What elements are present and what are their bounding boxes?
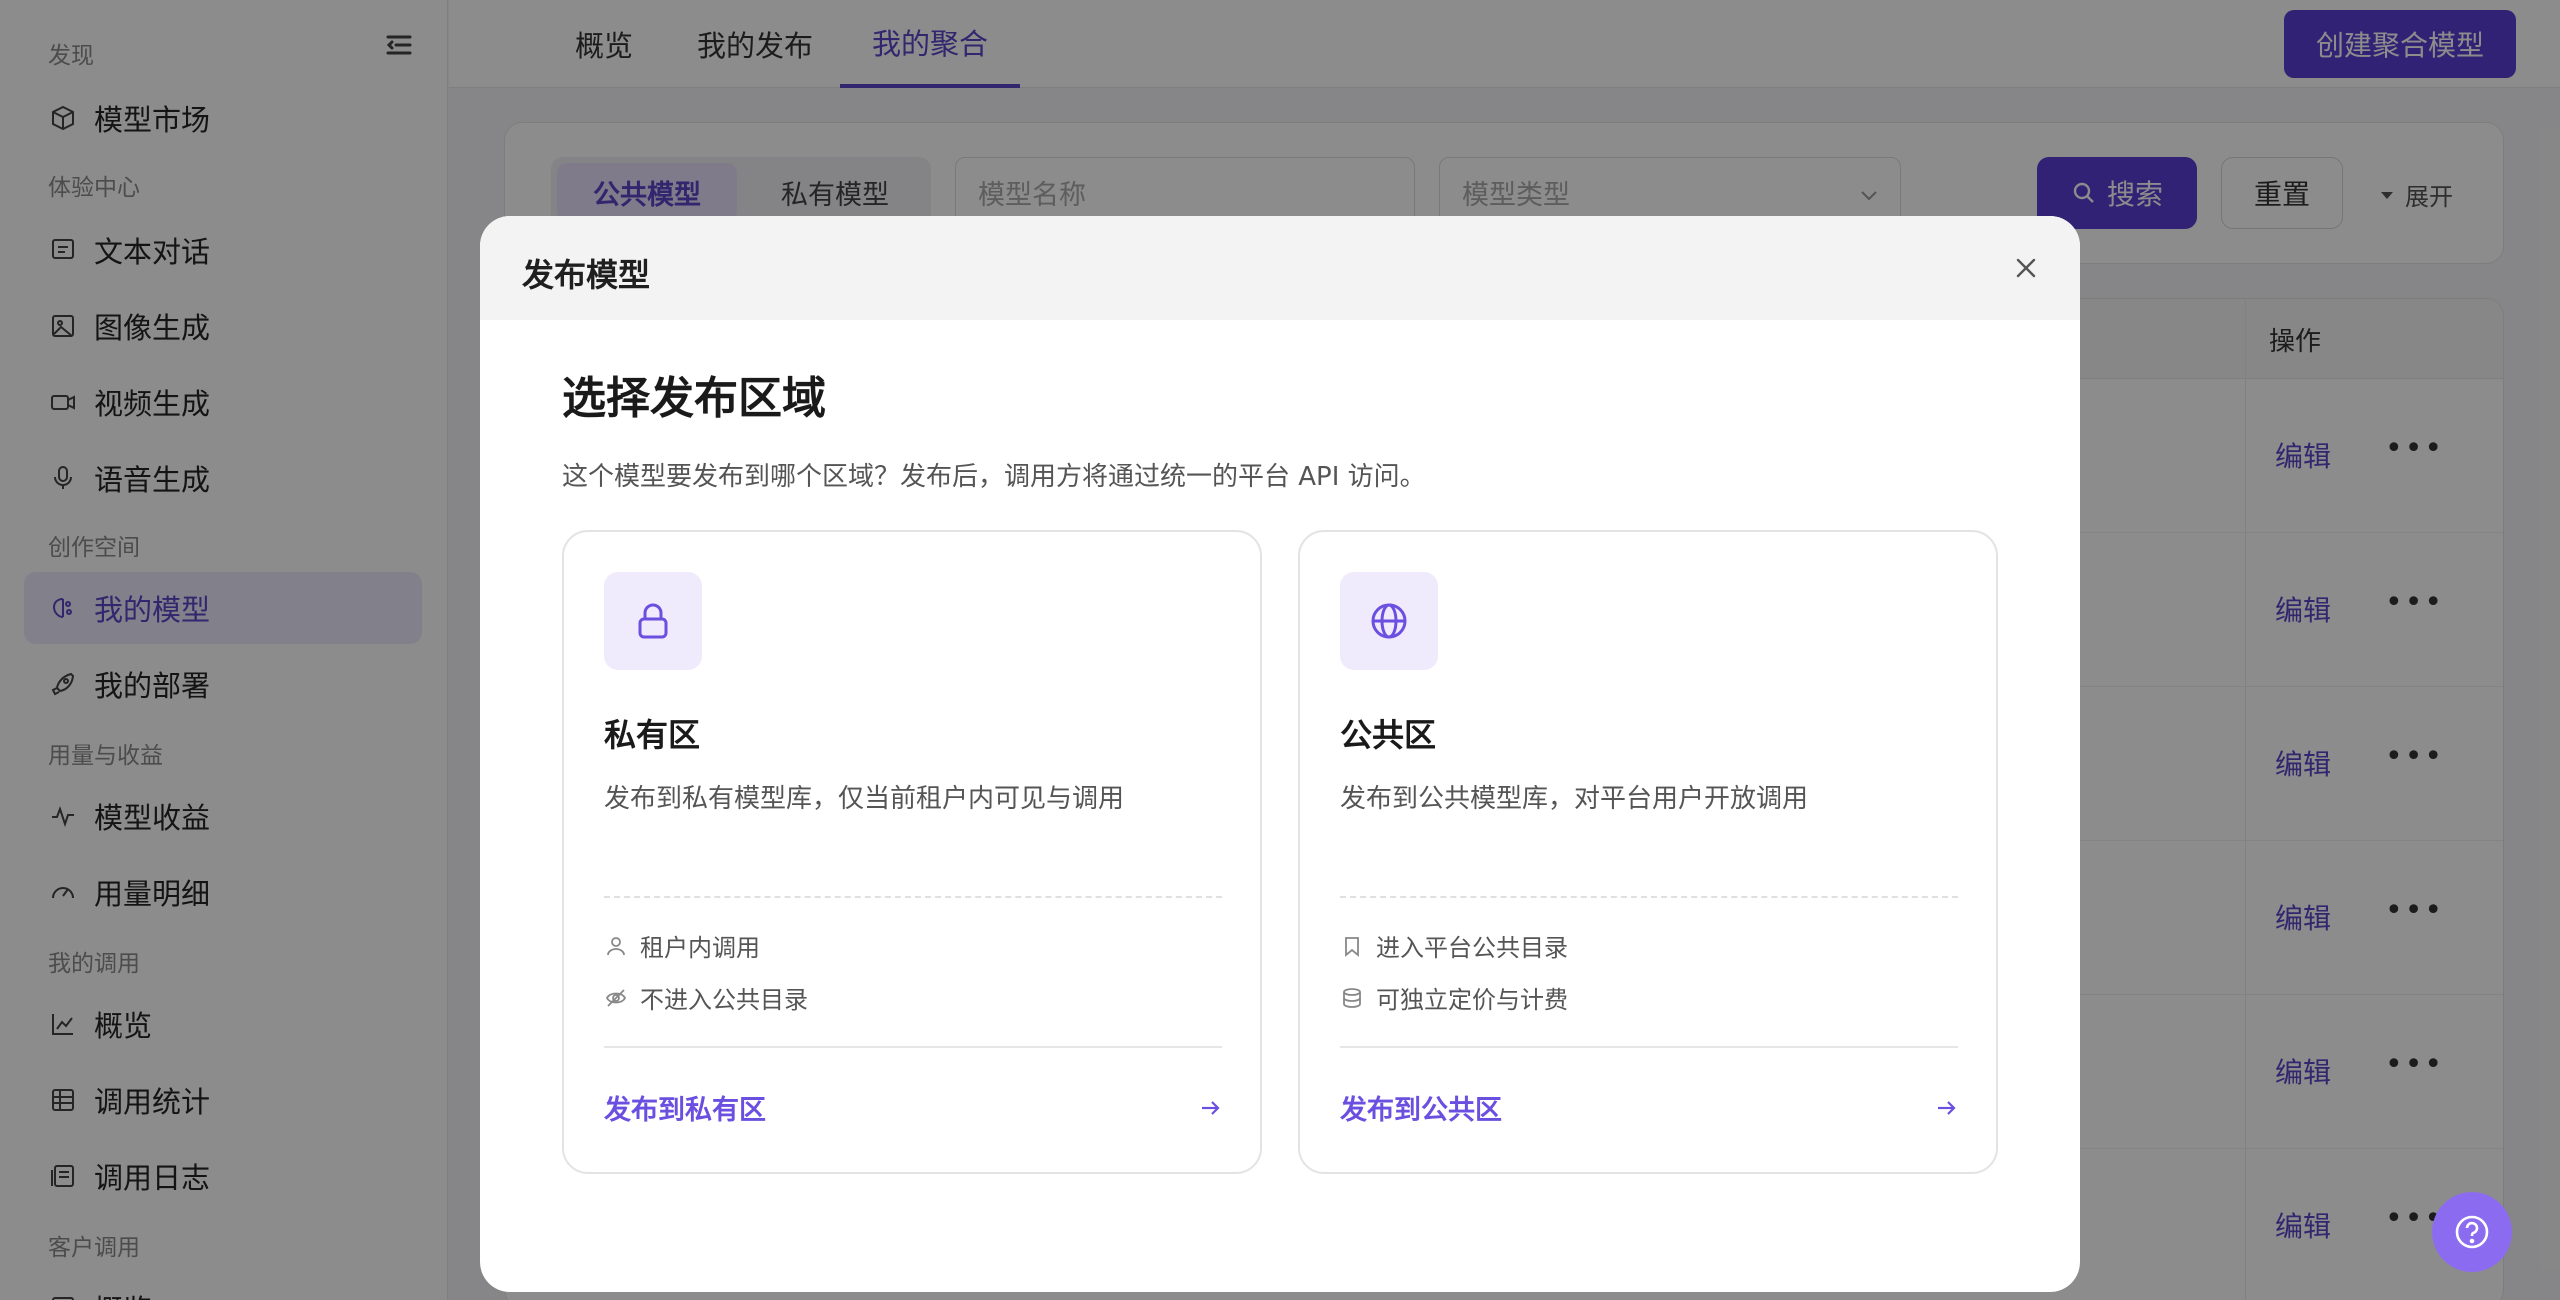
feature-item: 不进入公共目录 [604, 980, 808, 1015]
lock-icon [604, 572, 702, 670]
arrow-right-icon [1198, 1096, 1222, 1120]
help-icon [2453, 1213, 2491, 1251]
globe-icon [1340, 572, 1438, 670]
card-title: 公共区 [1340, 716, 1437, 754]
private-zone-card[interactable]: 私有区 发布到私有模型库，仅当前租户内可见与调用 租户内调用 不进入公共目录 发… [562, 530, 1262, 1174]
feature-text: 可独立定价与计费 [1376, 986, 1568, 1014]
dialog-header: 发布模型 [480, 216, 2080, 320]
card-description: 发布到公共模型库，对平台用户开放调用 [1340, 784, 1809, 814]
coins-icon [1340, 986, 1364, 1010]
feature-item: 租户内调用 [604, 928, 760, 963]
dialog-heading: 选择发布区域 [562, 373, 826, 424]
bookmark-icon [1340, 934, 1364, 958]
card-title: 私有区 [604, 716, 701, 754]
feature-item: 进入平台公共目录 [1340, 928, 1568, 963]
publish-public-link[interactable]: 发布到公共区 [1340, 1088, 1502, 1127]
dialog-title: 发布模型 [522, 256, 651, 294]
feature-item: 可独立定价与计费 [1340, 980, 1568, 1015]
publish-private-action[interactable]: 发布到私有区 [604, 1088, 1222, 1127]
publish-private-link[interactable]: 发布到私有区 [604, 1088, 766, 1127]
feature-text: 进入平台公共目录 [1376, 934, 1568, 962]
public-zone-card[interactable]: 公共区 发布到公共模型库，对平台用户开放调用 进入平台公共目录 可独立定价与计费… [1298, 530, 1998, 1174]
card-description: 发布到私有模型库，仅当前租户内可见与调用 [604, 784, 1125, 814]
divider [604, 896, 1222, 898]
divider [604, 1046, 1222, 1048]
eye-off-icon [604, 986, 628, 1010]
divider [1340, 1046, 1958, 1048]
close-icon[interactable] [2010, 252, 2042, 284]
feature-text: 租户内调用 [640, 934, 760, 962]
publish-public-action[interactable]: 发布到公共区 [1340, 1088, 1958, 1127]
arrow-right-icon [1934, 1096, 1958, 1120]
feature-text: 不进入公共目录 [640, 986, 808, 1014]
publish-model-dialog: 发布模型 选择发布区域 这个模型要发布到哪个区域？发布后，调用方将通过统一的平台… [480, 216, 2080, 1292]
divider [1340, 896, 1958, 898]
dialog-subtitle: 这个模型要发布到哪个区域？发布后，调用方将通过统一的平台 API 访问。 [562, 462, 1426, 492]
user-icon [604, 934, 628, 958]
help-button[interactable] [2432, 1192, 2512, 1272]
